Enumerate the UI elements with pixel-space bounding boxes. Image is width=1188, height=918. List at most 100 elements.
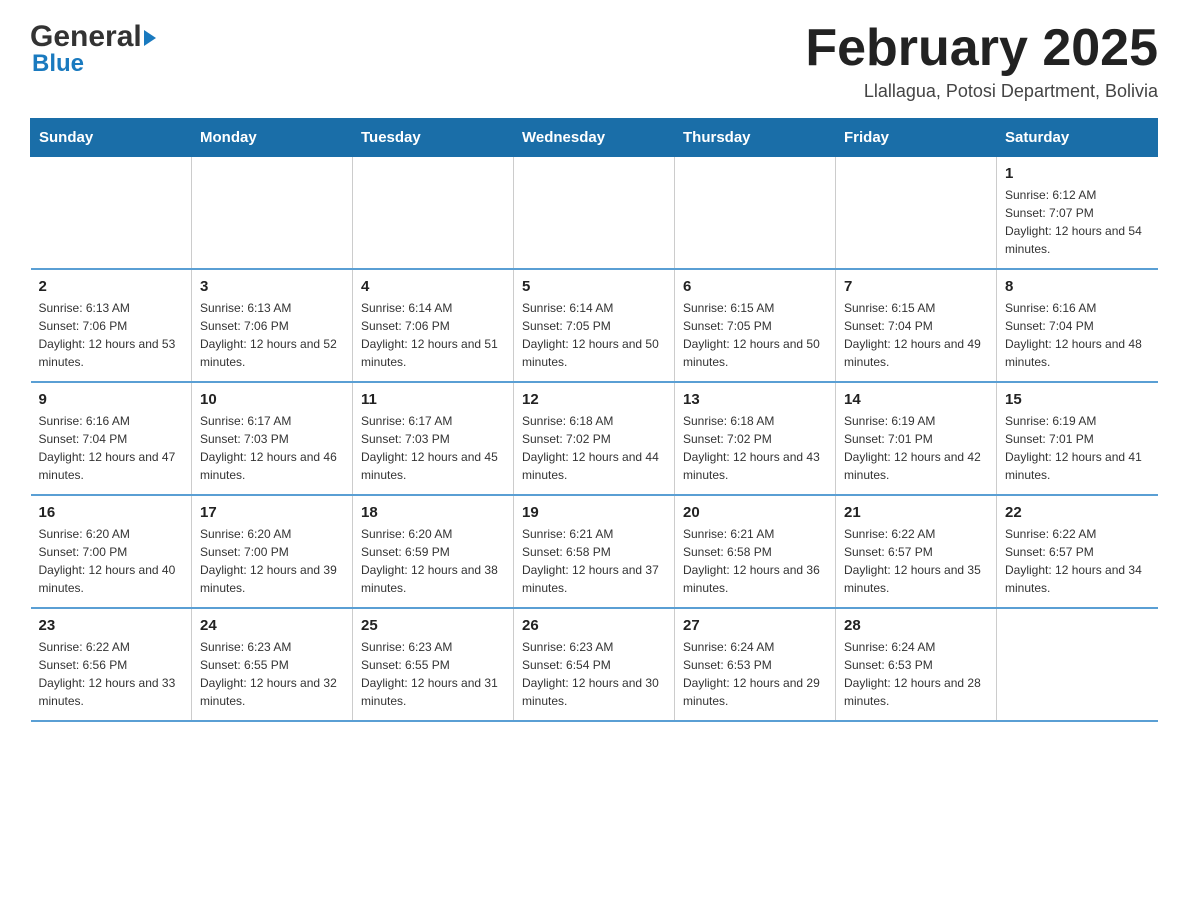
calendar-cell: 19 Sunrise: 6:21 AMSunset: 6:58 PMDayligh… <box>514 495 675 608</box>
calendar-cell: 21Sunrise: 6:22 AMSunset: 6:57 PMDayligh… <box>836 495 997 608</box>
calendar-cell: 8 Sunrise: 6:16 AMSunset: 7:04 PMDaylight… <box>997 269 1158 382</box>
day-headers-row: SundayMondayTuesdayWednesdayThursdayFrid… <box>31 119 1158 157</box>
day-info: Sunrise: 6:22 AMSunset: 6:57 PMDaylight:… <box>844 525 988 597</box>
header-tuesday: Tuesday <box>353 119 514 157</box>
day-number: 18 <box>361 504 505 521</box>
day-info: Sunrise: 6:21 AMSunset: 6:58 PMDaylight:… <box>522 525 666 597</box>
calendar-cell: 24 Sunrise: 6:23 AMSunset: 6:55 PMDayligh… <box>192 608 353 721</box>
calendar-cell <box>514 157 675 270</box>
calendar-cell: 12 Sunrise: 6:18 AMSunset: 7:02 PMDayligh… <box>514 382 675 495</box>
header-saturday: Saturday <box>997 119 1158 157</box>
day-info: Sunrise: 6:20 AMSunset: 7:00 PMDaylight:… <box>200 525 344 597</box>
day-number: 8 <box>1005 278 1150 295</box>
day-number: 4 <box>361 278 505 295</box>
page-header: General Blue February 2025 Llallagua, Po… <box>30 20 1158 102</box>
day-info: Sunrise: 6:13 AMSunset: 7:06 PMDaylight:… <box>200 299 344 371</box>
calendar-cell: 11Sunrise: 6:17 AMSunset: 7:03 PMDayligh… <box>353 382 514 495</box>
day-number: 25 <box>361 617 505 634</box>
day-info: Sunrise: 6:24 AMSunset: 6:53 PMDaylight:… <box>844 638 988 710</box>
day-number: 23 <box>39 617 184 634</box>
day-info: Sunrise: 6:15 AMSunset: 7:04 PMDaylight:… <box>844 299 988 371</box>
header-thursday: Thursday <box>675 119 836 157</box>
day-number: 1 <box>1005 165 1150 182</box>
day-info: Sunrise: 6:18 AMSunset: 7:02 PMDaylight:… <box>683 412 827 484</box>
day-number: 24 <box>200 617 344 634</box>
calendar-cell: 25 Sunrise: 6:23 AMSunset: 6:55 PMDayligh… <box>353 608 514 721</box>
day-info: Sunrise: 6:16 AMSunset: 7:04 PMDaylight:… <box>39 412 184 484</box>
day-number: 11 <box>361 391 505 408</box>
day-number: 28 <box>844 617 988 634</box>
week-row-4: 16Sunrise: 6:20 AMSunset: 7:00 PMDayligh… <box>31 495 1158 608</box>
header-wednesday: Wednesday <box>514 119 675 157</box>
day-info: Sunrise: 6:22 AMSunset: 6:56 PMDaylight:… <box>39 638 184 710</box>
calendar-subtitle: Llallagua, Potosi Department, Bolivia <box>805 81 1158 102</box>
calendar-cell: 23 Sunrise: 6:22 AMSunset: 6:56 PMDayligh… <box>31 608 192 721</box>
day-number: 2 <box>39 278 184 295</box>
logo-blue-word: Blue <box>30 50 156 78</box>
calendar-cell: 15Sunrise: 6:19 AMSunset: 7:01 PMDayligh… <box>997 382 1158 495</box>
calendar-cell: 26 Sunrise: 6:23 AMSunset: 6:54 PMDayligh… <box>514 608 675 721</box>
day-info: Sunrise: 6:16 AMSunset: 7:04 PMDaylight:… <box>1005 299 1150 371</box>
calendar-cell <box>353 157 514 270</box>
week-row-3: 9 Sunrise: 6:16 AMSunset: 7:04 PMDaylight… <box>31 382 1158 495</box>
day-info: Sunrise: 6:20 AMSunset: 6:59 PMDaylight:… <box>361 525 505 597</box>
calendar-cell <box>192 157 353 270</box>
week-row-5: 23 Sunrise: 6:22 AMSunset: 6:56 PMDayligh… <box>31 608 1158 721</box>
day-info: Sunrise: 6:14 AMSunset: 7:05 PMDaylight:… <box>522 299 666 371</box>
calendar-cell: 17Sunrise: 6:20 AMSunset: 7:00 PMDayligh… <box>192 495 353 608</box>
calendar-cell: 18 Sunrise: 6:20 AMSunset: 6:59 PMDayligh… <box>353 495 514 608</box>
day-info: Sunrise: 6:23 AMSunset: 6:54 PMDaylight:… <box>522 638 666 710</box>
calendar-body: 1 Sunrise: 6:12 AMSunset: 7:07 PMDaylight… <box>31 157 1158 722</box>
day-info: Sunrise: 6:21 AMSunset: 6:58 PMDaylight:… <box>683 525 827 597</box>
day-number: 14 <box>844 391 988 408</box>
calendar-cell: 14 Sunrise: 6:19 AMSunset: 7:01 PMDayligh… <box>836 382 997 495</box>
day-number: 22 <box>1005 504 1150 521</box>
day-info: Sunrise: 6:24 AMSunset: 6:53 PMDaylight:… <box>683 638 827 710</box>
calendar-table: SundayMondayTuesdayWednesdayThursdayFrid… <box>30 118 1158 722</box>
calendar-title: February 2025 <box>805 20 1158 77</box>
calendar-cell <box>836 157 997 270</box>
day-info: Sunrise: 6:14 AMSunset: 7:06 PMDaylight:… <box>361 299 505 371</box>
day-info: Sunrise: 6:23 AMSunset: 6:55 PMDaylight:… <box>361 638 505 710</box>
calendar-cell <box>675 157 836 270</box>
calendar-cell: 9 Sunrise: 6:16 AMSunset: 7:04 PMDaylight… <box>31 382 192 495</box>
day-number: 9 <box>39 391 184 408</box>
calendar-cell: 2 Sunrise: 6:13 AMSunset: 7:06 PMDaylight… <box>31 269 192 382</box>
day-info: Sunrise: 6:18 AMSunset: 7:02 PMDaylight:… <box>522 412 666 484</box>
day-number: 3 <box>200 278 344 295</box>
title-section: February 2025 Llallagua, Potosi Departme… <box>805 20 1158 102</box>
day-info: Sunrise: 6:13 AMSunset: 7:06 PMDaylight:… <box>39 299 184 371</box>
header-monday: Monday <box>192 119 353 157</box>
calendar-header: SundayMondayTuesdayWednesdayThursdayFrid… <box>31 119 1158 157</box>
day-info: Sunrise: 6:19 AMSunset: 7:01 PMDaylight:… <box>844 412 988 484</box>
calendar-cell: 5 Sunrise: 6:14 AMSunset: 7:05 PMDaylight… <box>514 269 675 382</box>
calendar-cell: 22 Sunrise: 6:22 AMSunset: 6:57 PMDayligh… <box>997 495 1158 608</box>
day-number: 6 <box>683 278 827 295</box>
day-info: Sunrise: 6:23 AMSunset: 6:55 PMDaylight:… <box>200 638 344 710</box>
header-sunday: Sunday <box>31 119 192 157</box>
day-number: 12 <box>522 391 666 408</box>
day-number: 15 <box>1005 391 1150 408</box>
day-info: Sunrise: 6:15 AMSunset: 7:05 PMDaylight:… <box>683 299 827 371</box>
day-number: 26 <box>522 617 666 634</box>
logo-arrow-icon <box>144 30 156 46</box>
day-number: 19 <box>522 504 666 521</box>
day-info: Sunrise: 6:22 AMSunset: 6:57 PMDaylight:… <box>1005 525 1150 597</box>
logo: General Blue <box>30 20 156 78</box>
day-info: Sunrise: 6:20 AMSunset: 7:00 PMDaylight:… <box>39 525 184 597</box>
calendar-cell: 13 Sunrise: 6:18 AMSunset: 7:02 PMDayligh… <box>675 382 836 495</box>
day-info: Sunrise: 6:12 AMSunset: 7:07 PMDaylight:… <box>1005 186 1150 258</box>
calendar-cell: 27Sunrise: 6:24 AMSunset: 6:53 PMDayligh… <box>675 608 836 721</box>
header-friday: Friday <box>836 119 997 157</box>
day-number: 7 <box>844 278 988 295</box>
day-number: 13 <box>683 391 827 408</box>
logo-general-text: General <box>30 20 156 54</box>
calendar-cell <box>31 157 192 270</box>
day-number: 5 <box>522 278 666 295</box>
week-row-2: 2 Sunrise: 6:13 AMSunset: 7:06 PMDaylight… <box>31 269 1158 382</box>
calendar-cell: 1 Sunrise: 6:12 AMSunset: 7:07 PMDaylight… <box>997 157 1158 270</box>
day-number: 20 <box>683 504 827 521</box>
calendar-cell: 3 Sunrise: 6:13 AMSunset: 7:06 PMDaylight… <box>192 269 353 382</box>
day-number: 10 <box>200 391 344 408</box>
calendar-cell: 28 Sunrise: 6:24 AMSunset: 6:53 PMDayligh… <box>836 608 997 721</box>
